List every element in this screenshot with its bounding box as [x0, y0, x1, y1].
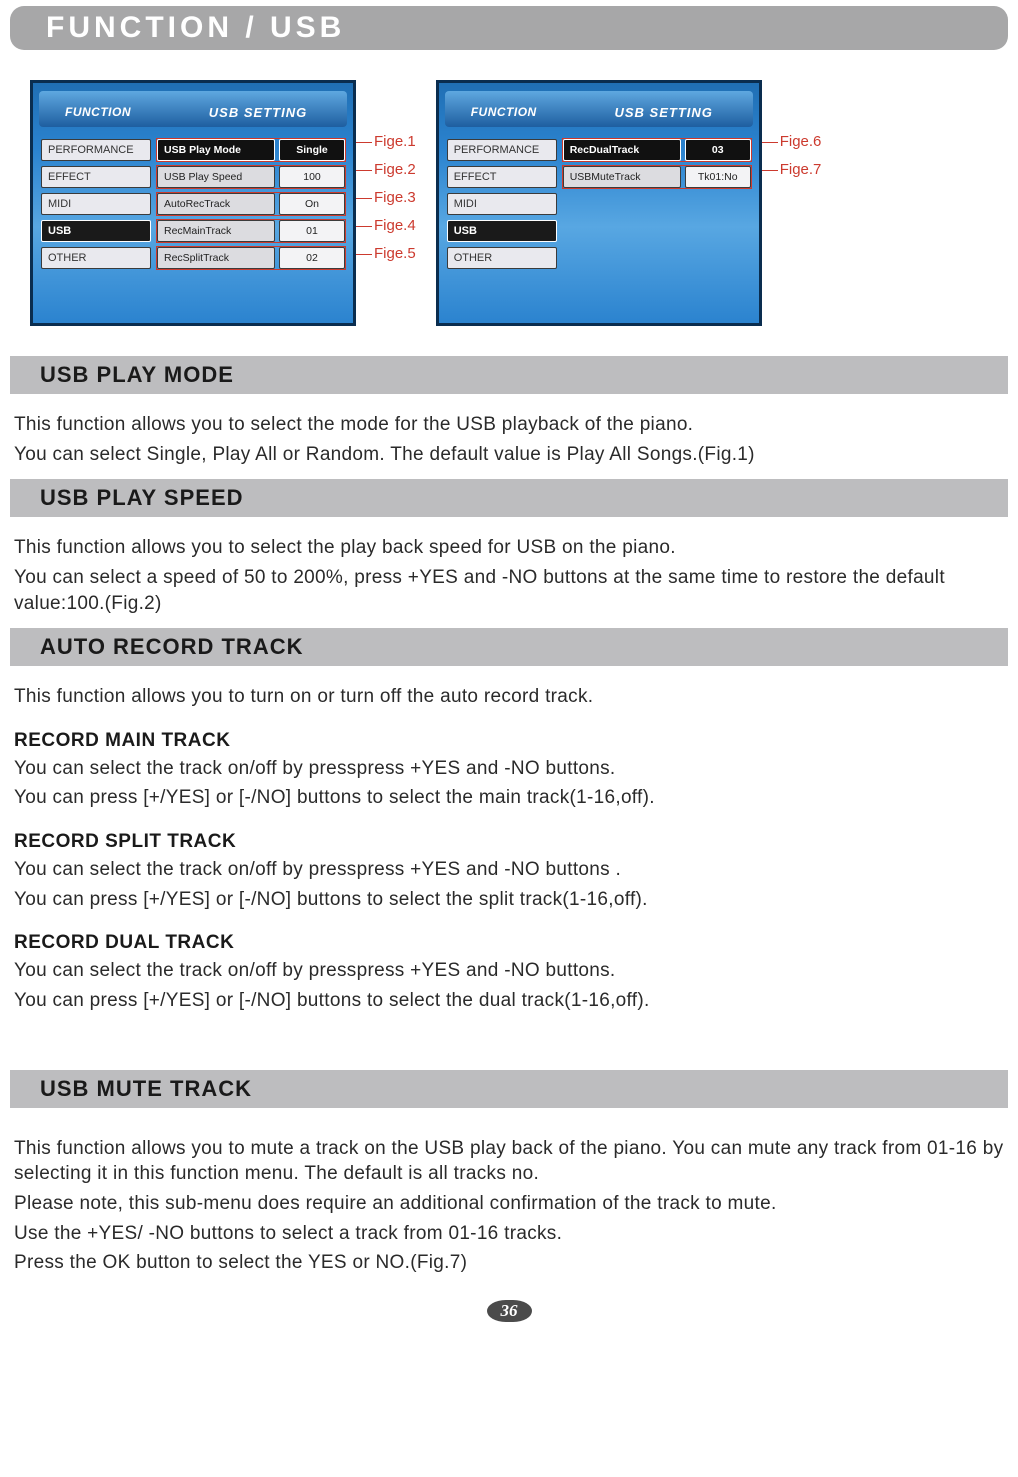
- body-text: You can select the track on/off by press…: [14, 857, 1008, 883]
- body-text: This function allows you to turn on or t…: [14, 684, 1008, 710]
- table-left: USB Play ModeSingle USB Play Speed100 Au…: [157, 139, 345, 269]
- fig-label: Fige.3: [374, 188, 416, 208]
- body-text: You can select a speed of 50 to 200%, pr…: [14, 565, 1008, 616]
- cell-label: RecSplitTrack: [157, 247, 275, 269]
- sidebar-right: PERFORMANCE EFFECT MIDI USB OTHER: [447, 139, 557, 269]
- sidebar-item-active: USB: [41, 220, 151, 242]
- cell-label: USB Play Mode: [157, 139, 275, 161]
- screen-left-wrap: FUNCTION USB SETTING PERFORMANCE EFFECT …: [30, 80, 416, 326]
- cell-val: 03: [685, 139, 751, 161]
- section-heading: USB PLAY MODE: [10, 356, 1008, 394]
- sidebar-left: PERFORMANCE EFFECT MIDI USB OTHER: [41, 139, 151, 269]
- page-title: FUNCTION / USB: [10, 11, 345, 45]
- screen-head-function: FUNCTION: [33, 105, 163, 119]
- screen-right-wrap: FUNCTION USB SETTING PERFORMANCE EFFECT …: [436, 80, 822, 326]
- sidebar-item: OTHER: [447, 247, 557, 269]
- fig-label: Fige.2: [374, 160, 416, 180]
- sidebar-item: MIDI: [41, 193, 151, 215]
- page-number-wrap: 36: [0, 1300, 1018, 1322]
- body-text: This function allows you to select the p…: [14, 535, 1008, 561]
- table-right: RecDualTrack03 USBMuteTrackTk01:No: [563, 139, 751, 269]
- body-text: You can select the track on/off by press…: [14, 958, 1008, 984]
- sidebar-item: OTHER: [41, 247, 151, 269]
- section-heading: USB MUTE TRACK: [10, 1070, 1008, 1108]
- page-number: 36: [487, 1300, 532, 1322]
- screen-right: FUNCTION USB SETTING PERFORMANCE EFFECT …: [436, 80, 762, 326]
- cell-val: Single: [279, 139, 345, 161]
- screen-head-function: FUNCTION: [439, 105, 569, 119]
- sidebar-item: PERFORMANCE: [447, 139, 557, 161]
- sidebar-item: EFFECT: [41, 166, 151, 188]
- section-heading: USB PLAY SPEED: [10, 479, 1008, 517]
- screen-head-usb-setting: USB SETTING: [163, 105, 353, 120]
- cell-label: USBMuteTrack: [563, 166, 681, 188]
- body-text: You can select the track on/off by press…: [14, 756, 1008, 782]
- cell-label: RecMainTrack: [157, 220, 275, 242]
- body-text: Use the +YES/ -NO buttons to select a tr…: [14, 1221, 1008, 1247]
- fig-labels-right: Fige.6 Fige.7: [762, 80, 822, 180]
- cell-val: 02: [279, 247, 345, 269]
- body-text: Please note, this sub-menu does require …: [14, 1191, 1008, 1217]
- fig-label: Fige.4: [374, 216, 416, 236]
- screenshot-row: FUNCTION USB SETTING PERFORMANCE EFFECT …: [30, 80, 1008, 326]
- sidebar-item-active: USB: [447, 220, 557, 242]
- fig-label: Fige.1: [374, 132, 416, 152]
- cell-label: USB Play Speed: [157, 166, 275, 188]
- fig-labels-left: Fige.1 Fige.2 Fige.3 Fige.4 Fige.5: [356, 80, 416, 264]
- fig-label: Fige.7: [780, 160, 822, 180]
- cell-val: Tk01:No: [685, 166, 751, 188]
- section-heading: AUTO RECORD TRACK: [10, 628, 1008, 666]
- cell-val: 100: [279, 166, 345, 188]
- screen-left: FUNCTION USB SETTING PERFORMANCE EFFECT …: [30, 80, 356, 326]
- page-header: FUNCTION / USB: [10, 6, 1008, 50]
- cell-label: RecDualTrack: [563, 139, 681, 161]
- cell-val: On: [279, 193, 345, 215]
- body-text: This function allows you to mute a track…: [14, 1136, 1008, 1187]
- sub-heading: RECORD MAIN TRACK: [14, 730, 1008, 752]
- body-text: This function allows you to select the m…: [14, 412, 1008, 438]
- body-text: You can press [+/YES] or [-/NO] buttons …: [14, 887, 1008, 913]
- body-text: You can press [+/YES] or [-/NO] buttons …: [14, 785, 1008, 811]
- sub-heading: RECORD SPLIT TRACK: [14, 831, 1008, 853]
- cell-label: AutoRecTrack: [157, 193, 275, 215]
- sidebar-item: EFFECT: [447, 166, 557, 188]
- body-text: You can press [+/YES] or [-/NO] buttons …: [14, 988, 1008, 1014]
- cell-val: 01: [279, 220, 345, 242]
- fig-label: Fige.5: [374, 244, 416, 264]
- sidebar-item: MIDI: [447, 193, 557, 215]
- sidebar-item: PERFORMANCE: [41, 139, 151, 161]
- screen-head-usb-setting: USB SETTING: [569, 105, 759, 120]
- body-text: Press the OK button to select the YES or…: [14, 1250, 1008, 1276]
- fig-label: Fige.6: [780, 132, 822, 152]
- body-text: You can select Single, Play All or Rando…: [14, 442, 1008, 468]
- sub-heading: RECORD DUAL TRACK: [14, 932, 1008, 954]
